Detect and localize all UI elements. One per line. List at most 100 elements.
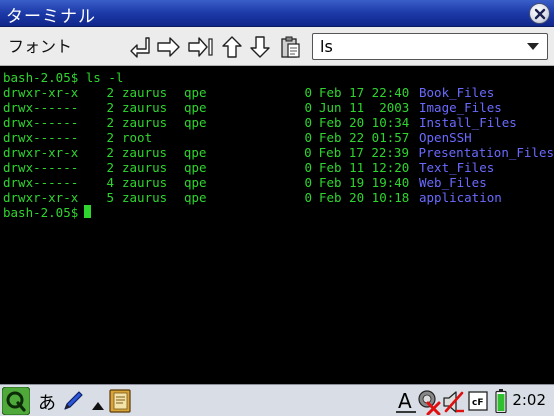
- link-count: 2: [106, 145, 114, 160]
- battery-icon: [495, 389, 507, 414]
- command-combo[interactable]: ls: [312, 33, 548, 60]
- notes-icon: [109, 389, 131, 413]
- triangle-up-icon: [92, 402, 104, 410]
- size: 0: [304, 100, 312, 115]
- terminal-output[interactable]: bash-2.05$ ls -l drwxr-xr-x 2 zaurus qpe 0 Fe…: [0, 66, 554, 384]
- notes-app-button[interactable]: [108, 388, 134, 416]
- toolbar: フォント ls: [0, 27, 554, 66]
- permissions: drwxr-xr-x: [3, 85, 79, 100]
- group: qpe: [184, 100, 207, 115]
- owner: zaurus: [122, 175, 168, 190]
- prompt: bash-2.05$: [3, 205, 79, 220]
- modified-date: Feb 20 10:34: [319, 115, 410, 130]
- link-count: 2: [106, 85, 114, 100]
- arrow-up-icon: [222, 36, 242, 58]
- cf-card-icon: cF: [468, 391, 488, 411]
- current-prompt-line: bash-2.05$: [3, 205, 554, 220]
- listing-row: drwxr-xr-x 2 zaurus qpe 0 Feb 17 22:40 Book_Fi…: [3, 85, 554, 100]
- owner: zaurus: [121, 145, 168, 160]
- link-count: 2: [106, 115, 114, 130]
- permissions: drwx------: [3, 130, 79, 145]
- entry-name: application: [419, 190, 502, 205]
- entry-name: OpenSSH: [419, 130, 472, 145]
- close-icon: [534, 8, 546, 20]
- input-method-a[interactable]: A: [396, 388, 416, 416]
- permissions: drwx------: [3, 160, 79, 175]
- text-cursor: [84, 205, 92, 218]
- chevron-down-icon: [527, 43, 539, 50]
- arrow-up-button[interactable]: [220, 35, 244, 59]
- launcher-up-button[interactable]: [92, 396, 104, 415]
- permissions: drwx------: [3, 175, 79, 190]
- listing: drwxr-xr-x 2 zaurus qpe 0 Feb 17 22:40 Book_Fi…: [3, 85, 554, 205]
- network-status[interactable]: [417, 389, 441, 416]
- group: qpe: [184, 190, 207, 205]
- permissions: drwxr-xr-x: [3, 145, 79, 160]
- enter-icon: [130, 37, 150, 58]
- ime-mode[interactable]: あ: [38, 389, 56, 415]
- command-line: bash-2.05$ ls -l: [3, 70, 124, 85]
- tab-icon: [188, 37, 213, 57]
- permissions: drwx------: [3, 115, 79, 130]
- group: [184, 130, 270, 145]
- entry-name: Image_Files: [419, 100, 502, 115]
- modified-date: Feb 20 10:18: [319, 190, 410, 205]
- owner: zaurus: [122, 100, 168, 115]
- entry-name: Text_Files: [419, 160, 495, 175]
- arrow-down-icon: [250, 36, 270, 58]
- command-combo-value: ls: [320, 37, 333, 56]
- group: qpe: [184, 115, 207, 130]
- clock[interactable]: 2:02: [512, 391, 546, 409]
- size: 0: [304, 115, 312, 130]
- network-disconnected-icon: [418, 390, 441, 416]
- font-menu[interactable]: フォント: [8, 33, 72, 57]
- pen-input-button[interactable]: [62, 390, 84, 416]
- listing-row: drwx------ 4 zaurus qpe 0 Feb 19 19:40 Web_Fil…: [3, 175, 554, 190]
- entry-name: Book_Files: [419, 85, 495, 100]
- permissions: drwxr-xr-x: [3, 190, 79, 205]
- clipboard-icon: [281, 36, 300, 58]
- tab-key-button[interactable]: [188, 35, 213, 59]
- battery-status[interactable]: [495, 389, 507, 416]
- storage-card-status[interactable]: cF: [468, 391, 488, 415]
- volume-control[interactable]: [442, 389, 464, 416]
- paste-button[interactable]: [278, 35, 302, 59]
- size: 0: [304, 145, 312, 160]
- enter-key-button[interactable]: [128, 35, 152, 59]
- volume-muted-icon: [443, 391, 464, 413]
- owner: zaurus: [122, 85, 168, 100]
- window-title: ターミナル: [6, 7, 96, 27]
- close-button[interactable]: [529, 3, 550, 24]
- tab-forward-button[interactable]: [156, 35, 180, 59]
- group: qpe: [184, 160, 207, 175]
- title-bar: ターミナル: [0, 0, 554, 27]
- owner: zaurus: [122, 115, 168, 130]
- arrow-down-button[interactable]: [248, 35, 272, 59]
- listing-row: drwx------ 2 zaurus qpe 0 Feb 11 12:20 Text_Fi…: [3, 160, 554, 175]
- svg-text:A: A: [398, 389, 412, 413]
- taskbar: あ A cF 2:02: [0, 384, 554, 416]
- listing-row: drwxr-xr-x 5 zaurus qpe 0 Feb 20 10:18 applica…: [3, 190, 554, 205]
- group: qpe: [184, 85, 207, 100]
- modified-date: Feb 11 12:20: [319, 160, 410, 175]
- entry-name: Web_Files: [419, 175, 487, 190]
- owner: root: [122, 130, 153, 145]
- group: qpe: [184, 175, 207, 190]
- link-count: 4: [106, 175, 114, 190]
- entry-name: Presentation_Files: [418, 145, 554, 160]
- entry-name: Install_Files: [419, 115, 517, 130]
- link-count: 2: [106, 160, 114, 175]
- svg-text:cF: cF: [472, 398, 483, 408]
- link-count: 5: [106, 190, 114, 205]
- modified-date: Feb 19 19:40: [319, 175, 410, 190]
- size: 0: [304, 190, 312, 205]
- group: qpe: [183, 145, 207, 160]
- owner: zaurus: [122, 160, 168, 175]
- modified-date: Feb 17 22:40: [319, 85, 410, 100]
- size: 0: [304, 160, 312, 175]
- modified-date: Feb 22 01:57: [319, 130, 410, 145]
- size: 0: [304, 85, 312, 100]
- modified-date: Feb 17 22:39: [318, 145, 409, 160]
- size: 0: [304, 130, 312, 145]
- start-button[interactable]: [1, 386, 31, 416]
